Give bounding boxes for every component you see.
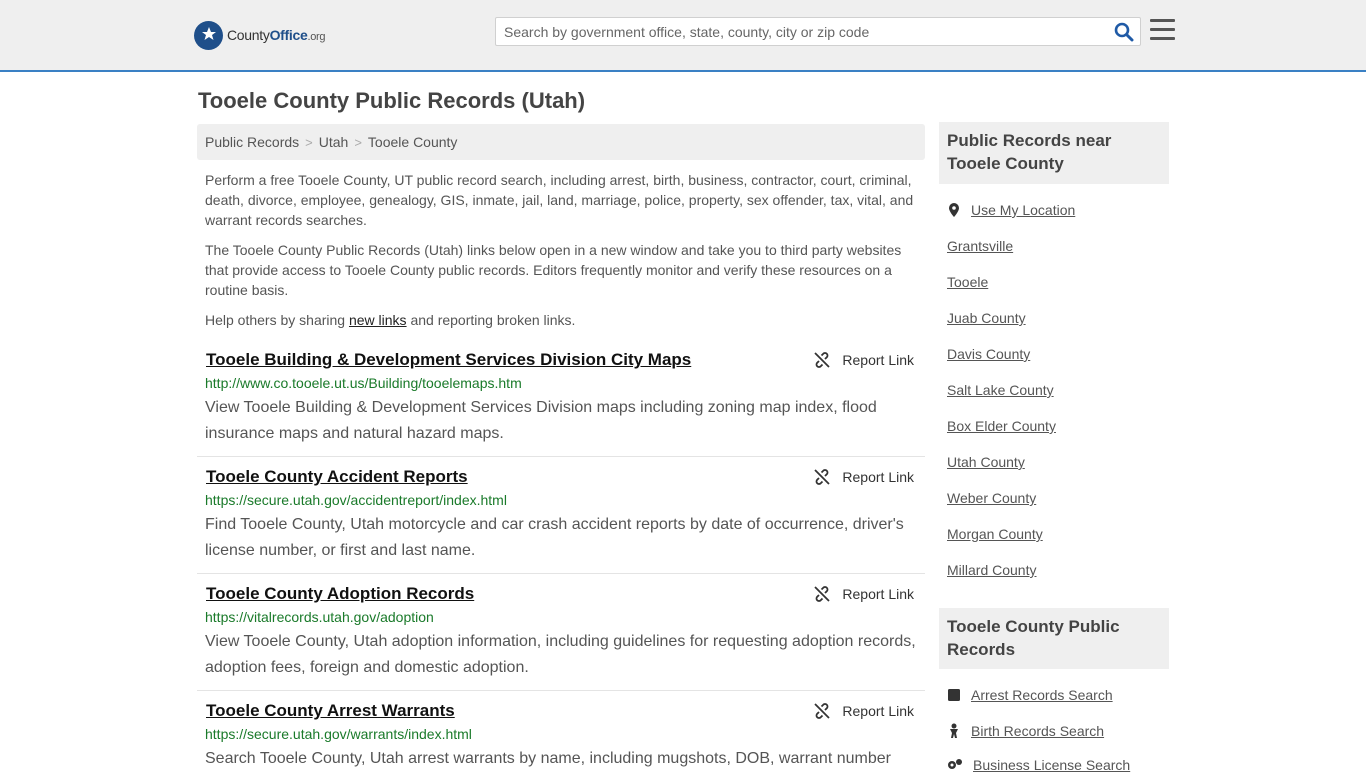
nearby-records-heading: Public Records near Tooele County <box>939 122 1169 184</box>
report-link-label: Report Link <box>842 586 914 602</box>
report-link-button[interactable]: Report Link <box>814 586 914 602</box>
search-icon <box>1114 22 1134 42</box>
record-url: https://vitalrecords.utah.gov/adoption <box>205 609 434 625</box>
record-description: View Tooele Building & Development Servi… <box>205 399 877 442</box>
record-url: https://secure.utah.gov/accidentreport/i… <box>205 492 507 508</box>
intro-paragraph-2: The Tooele County Public Records (Utah) … <box>205 242 902 298</box>
search-input[interactable] <box>504 18 1104 45</box>
nearby-link[interactable]: Grantsville <box>947 238 1013 254</box>
business-license-link[interactable]: Business License Search <box>947 757 1130 773</box>
record-item: Tooele Building & Development Services D… <box>197 350 925 457</box>
breadcrumb-current: Tooele County <box>367 134 458 150</box>
report-link-button[interactable]: Report Link <box>814 469 914 485</box>
nearby-link[interactable]: Tooele <box>947 274 988 290</box>
record-title-link[interactable]: Tooele County Arrest Warrants <box>206 701 455 721</box>
intro-paragraph-3: Help others by sharing new links and rep… <box>205 312 576 328</box>
record-description: Search Tooele County, Utah arrest warran… <box>205 750 891 767</box>
baby-icon <box>950 723 958 738</box>
site-logo[interactable]: CountyOffice.org <box>194 20 326 50</box>
nearby-link[interactable]: Salt Lake County <box>947 382 1054 398</box>
record-item: Tooele County Adoption Records Report Li… <box>197 584 925 691</box>
new-links-link[interactable]: new links <box>349 312 407 328</box>
nearby-link[interactable]: Morgan County <box>947 526 1043 542</box>
report-link-button[interactable]: Report Link <box>814 703 914 719</box>
report-link-label: Report Link <box>842 703 914 719</box>
report-link-button[interactable]: Report Link <box>814 352 914 368</box>
broken-link-icon <box>814 469 831 485</box>
record-description: View Tooele County, Utah adoption inform… <box>205 633 916 676</box>
logo-text: CountyOffice.org <box>227 27 326 43</box>
record-item: Tooele County Arrest Warrants Report Lin… <box>197 701 925 768</box>
report-link-label: Report Link <box>842 469 914 485</box>
nearby-link[interactable]: Davis County <box>947 346 1030 362</box>
search-box <box>495 17 1141 46</box>
birth-records-link[interactable]: Birth Records Search <box>947 723 1104 739</box>
breadcrumb: Public Records > Utah > Tooele County <box>197 124 925 160</box>
gears-icon <box>948 759 962 769</box>
logo-seal-icon <box>194 20 223 50</box>
breadcrumb-public-records[interactable]: Public Records <box>205 134 299 150</box>
county-records-heading: Tooele County Public Records <box>939 608 1169 669</box>
record-title-link[interactable]: Tooele County Accident Reports <box>206 467 468 487</box>
breadcrumb-separator: > <box>354 134 362 150</box>
hamburger-menu-icon[interactable] <box>1150 19 1175 43</box>
record-title-link[interactable]: Tooele Building & Development Services D… <box>206 350 691 370</box>
arrest-record-icon <box>948 689 960 701</box>
nearby-link[interactable]: Millard County <box>947 562 1036 578</box>
record-url: https://secure.utah.gov/warrants/index.h… <box>205 726 472 742</box>
location-pin-icon <box>949 203 959 217</box>
arrest-records-link[interactable]: Arrest Records Search <box>947 687 1113 703</box>
record-url: http://www.co.tooele.ut.us/Building/tooe… <box>205 375 522 391</box>
nearby-link[interactable]: Utah County <box>947 454 1025 470</box>
breadcrumb-separator: > <box>305 134 313 150</box>
breadcrumb-utah[interactable]: Utah <box>319 134 349 150</box>
broken-link-icon <box>814 586 831 602</box>
use-my-location-link[interactable]: Use My Location <box>947 202 1075 218</box>
nearby-link[interactable]: Juab County <box>947 310 1026 326</box>
broken-link-icon <box>814 352 831 368</box>
nearby-link[interactable]: Weber County <box>947 490 1036 506</box>
broken-link-icon <box>814 703 831 719</box>
record-description: Find Tooele County, Utah motorcycle and … <box>205 516 904 559</box>
nearby-link[interactable]: Box Elder County <box>947 418 1056 434</box>
record-item: Tooele County Accident Reports Report Li… <box>197 467 925 574</box>
record-title-link[interactable]: Tooele County Adoption Records <box>206 584 474 604</box>
search-button[interactable] <box>1114 22 1134 42</box>
page-title: Tooele County Public Records (Utah) <box>198 88 586 113</box>
site-header: CountyOffice.org <box>0 0 1366 72</box>
intro-paragraph-1: Perform a free Tooele County, UT public … <box>205 172 914 228</box>
report-link-label: Report Link <box>842 352 914 368</box>
